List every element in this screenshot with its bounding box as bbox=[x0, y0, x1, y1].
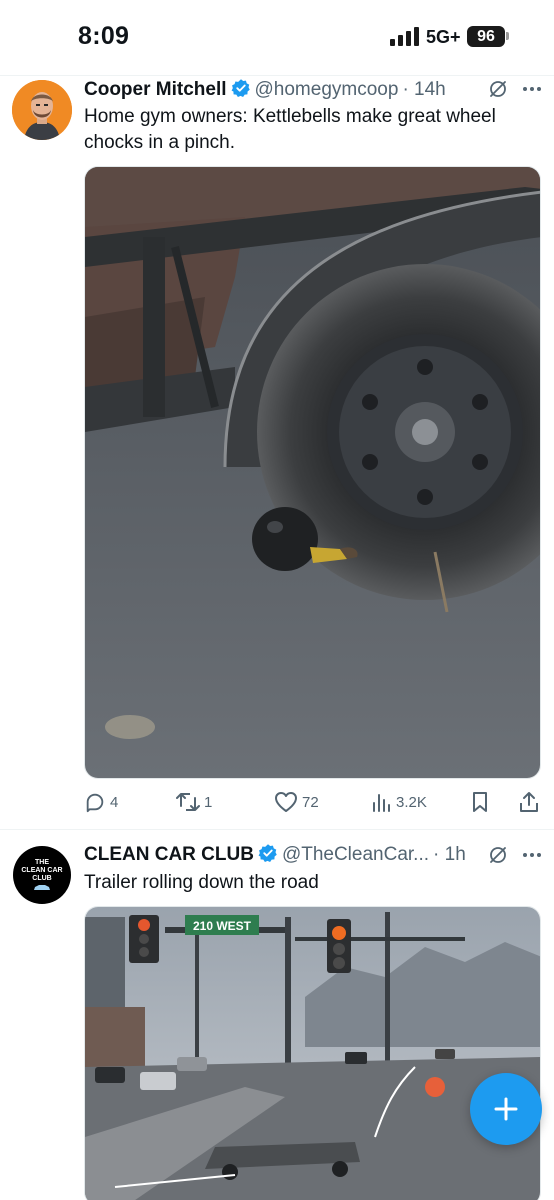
avatar-text-line: CLUB bbox=[32, 875, 52, 882]
grok-icon[interactable] bbox=[488, 79, 508, 99]
tweet-text: Home gym owners: Kettlebells make great … bbox=[84, 106, 496, 153]
status-bar: 8:09 5G+ 96 bbox=[0, 0, 554, 76]
street-sign-text: 210 WEST bbox=[193, 919, 252, 933]
share-icon bbox=[520, 792, 538, 812]
more-icon[interactable] bbox=[522, 852, 542, 858]
street-video-frame: 210 WEST bbox=[85, 907, 540, 1200]
tweet-time[interactable]: · 14h bbox=[402, 79, 445, 100]
avatar[interactable] bbox=[12, 80, 72, 140]
views-icon bbox=[373, 794, 390, 812]
verified-badge-icon bbox=[258, 844, 277, 862]
user-handle[interactable]: @homegymcoop bbox=[255, 79, 399, 100]
tweet-header: CLEAN CAR CLUB @TheCleanCar... · 1h bbox=[84, 843, 542, 867]
views-count: 3.2K bbox=[396, 793, 427, 811]
share-button[interactable] bbox=[518, 790, 540, 814]
views-button[interactable]: 3.2K bbox=[372, 790, 427, 814]
tweet-2[interactable]: THE CLEAN CAR CLUB CLEAN CAR CLUB @TheCle… bbox=[0, 830, 554, 1200]
compose-button[interactable] bbox=[470, 1073, 542, 1145]
trailer-kettlebell-photo bbox=[85, 167, 540, 778]
reply-icon bbox=[86, 793, 104, 813]
tweet-text: Trailer rolling down the road bbox=[84, 872, 319, 893]
network-type: 5G+ bbox=[426, 27, 461, 47]
avatar-text-line: CLEAN CAR bbox=[21, 867, 63, 874]
like-icon bbox=[275, 792, 297, 812]
avatar-photo bbox=[12, 80, 72, 140]
tweet-header: Cooper Mitchell @homegymcoop · 14h bbox=[84, 78, 542, 102]
verified-badge-icon bbox=[231, 79, 250, 97]
battery-tip bbox=[506, 32, 509, 40]
tweet-image[interactable] bbox=[84, 166, 541, 779]
retweet-icon bbox=[176, 793, 200, 811]
display-name[interactable]: Cooper Mitchell bbox=[84, 79, 227, 100]
avatar-text-line: THE bbox=[35, 859, 49, 866]
tweet-1[interactable]: Cooper Mitchell @homegymcoop · 14h Home gy… bbox=[0, 76, 554, 828]
bookmark-icon bbox=[473, 792, 487, 812]
display-name[interactable]: CLEAN CAR CLUB bbox=[84, 844, 254, 865]
reply-button[interactable]: 4 bbox=[84, 790, 118, 814]
compose-plus-icon bbox=[494, 1097, 518, 1121]
retweet-count: 1 bbox=[204, 793, 213, 811]
like-button[interactable]: 72 bbox=[274, 790, 319, 814]
grok-icon[interactable] bbox=[488, 845, 508, 865]
like-count: 72 bbox=[302, 793, 319, 811]
avatar[interactable]: THE CLEAN CAR CLUB bbox=[13, 846, 71, 904]
bookmark-button[interactable] bbox=[470, 790, 490, 814]
retweet-button[interactable]: 1 bbox=[176, 790, 212, 814]
battery-level: 96 bbox=[467, 26, 505, 47]
tweet-time[interactable]: · 1h bbox=[433, 844, 466, 865]
tweet-actions: 4 1 72 3.2K bbox=[84, 790, 542, 814]
car-logo-icon bbox=[34, 885, 50, 890]
tweet-video[interactable]: 210 WEST bbox=[84, 906, 541, 1200]
user-handle[interactable]: @TheCleanCar... bbox=[282, 844, 429, 865]
status-time: 8:09 bbox=[78, 22, 130, 50]
reply-count: 4 bbox=[110, 793, 119, 811]
signal-icon bbox=[390, 27, 419, 46]
more-icon[interactable] bbox=[522, 86, 542, 92]
